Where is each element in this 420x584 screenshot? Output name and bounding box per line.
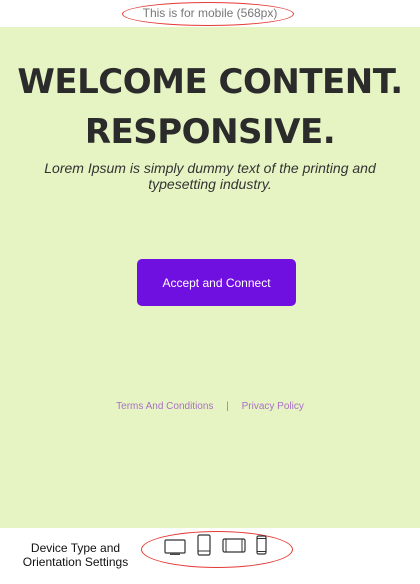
headline-line-1: WELCOME CONTENT.: [17, 62, 403, 102]
desktop-icon[interactable]: [164, 539, 186, 555]
privacy-link[interactable]: Privacy Policy: [242, 401, 304, 412]
device-settings-label: Device Type and Orientation Settings: [22, 541, 129, 569]
accept-and-connect-button[interactable]: Accept and Connect: [137, 259, 296, 306]
tablet-portrait-icon[interactable]: [197, 534, 211, 556]
tablet-landscape-icon[interactable]: [222, 538, 246, 553]
footer-separator: |: [226, 401, 229, 412]
device-settings-bar: Device Type and Orientation Settings: [0, 528, 420, 584]
subtitle-text: Lorem Ipsum is simply dummy text of the …: [44, 160, 376, 192]
mobile-portrait-icon[interactable]: [256, 535, 267, 555]
highlight-ellipse: [122, 2, 294, 26]
preview-area: WELCOME CONTENT. RESPONSIVE. Lorem Ipsum…: [0, 27, 420, 528]
headline-line-2: RESPONSIVE.: [84, 112, 336, 152]
footer-links: Terms And Conditions | Privacy Policy: [0, 401, 420, 412]
terms-link[interactable]: Terms And Conditions: [116, 401, 213, 412]
welcome-headline: WELCOME CONTENT. RESPONSIVE.: [0, 57, 420, 157]
top-bar: This is for mobile (568px): [0, 0, 420, 27]
